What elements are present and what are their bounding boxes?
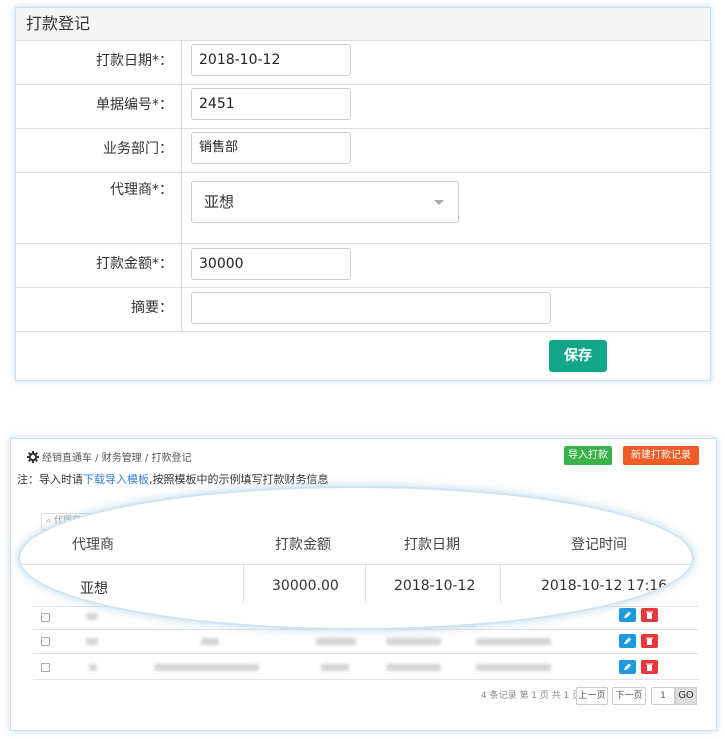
download-template-link[interactable]: 下载导入模板 xyxy=(83,473,149,486)
label-payment-date: 打款日期*： xyxy=(16,41,182,84)
department-input[interactable]: 销售部 xyxy=(191,132,351,164)
cell-agent: 亚想 xyxy=(80,581,108,597)
amount-input[interactable]: 30000 xyxy=(191,248,351,280)
next-page-button[interactable]: 下一页 xyxy=(612,687,646,705)
new-payment-record-button[interactable]: 新建打款记录 xyxy=(623,446,699,465)
agent-select[interactable]: 亚想 xyxy=(191,181,459,223)
col-header-date: 打款日期 xyxy=(404,537,460,553)
row-checkbox[interactable] xyxy=(41,637,50,646)
label-summary: 摘要： xyxy=(16,288,182,331)
chevron-down-icon xyxy=(434,200,444,205)
magnified-table-callout: 代理商 打款金额 打款日期 登记时间 亚想 30000.00 2018-10-1… xyxy=(18,486,694,630)
col-header-amount: 打款金额 xyxy=(275,537,331,553)
agent-select-value: 亚想 xyxy=(204,193,235,211)
row-payment-date: 打款日期*： 2018-10-12 xyxy=(16,41,710,85)
edit-icon[interactable] xyxy=(619,608,636,622)
prev-page-button[interactable]: 上一页 xyxy=(576,687,608,705)
row-department: 业务部门： 销售部 xyxy=(16,129,710,173)
breadcrumb-text: 经销直通车 / 财务管理 / 打款登记 xyxy=(42,453,192,464)
row-checkbox[interactable] xyxy=(41,663,50,672)
delete-icon[interactable] xyxy=(641,608,658,622)
doc-number-input[interactable]: 2451 xyxy=(191,88,351,120)
label-doc-number: 单据编号*： xyxy=(16,85,182,128)
save-button[interactable]: 保存 xyxy=(549,340,607,372)
row-amount: 打款金额*： 30000 xyxy=(16,244,710,288)
label-agent: 代理商*： xyxy=(16,173,182,243)
label-department: 业务部门： xyxy=(16,129,182,172)
edit-icon[interactable] xyxy=(619,660,636,674)
pager-summary: 4 条记录 第 1 页 共 1 页 xyxy=(481,691,582,701)
cell-date: 2018-10-12 xyxy=(394,578,476,594)
import-payment-button[interactable]: 导入打款 xyxy=(564,446,612,465)
row-checkbox[interactable] xyxy=(41,613,50,622)
row-agent: 代理商*： 亚想 xyxy=(16,173,710,244)
payment-date-input[interactable]: 2018-10-12 xyxy=(191,44,351,76)
row-summary: 摘要： xyxy=(16,288,710,332)
col-header-time: 登记时间 xyxy=(571,537,627,553)
summary-input[interactable] xyxy=(191,292,551,324)
payment-form-panel: 打款登记 打款日期*： 2018-10-12 单据编号*： 2451 业务部门：… xyxy=(15,7,711,381)
search-icon: ⌕ xyxy=(46,516,52,526)
page-number-input[interactable]: 1 xyxy=(651,687,675,705)
cell-amount: 30000.00 xyxy=(272,578,339,594)
form-title: 打款登记 xyxy=(16,8,710,41)
col-header-agent: 代理商 xyxy=(72,537,114,553)
go-button[interactable]: GO xyxy=(675,687,697,705)
edit-icon[interactable] xyxy=(619,634,636,648)
gear-icon xyxy=(27,451,39,463)
import-note: 注：导入时请下载导入模板,按照模板中的示例填写打款财务信息 xyxy=(17,473,329,486)
delete-icon[interactable] xyxy=(641,634,658,648)
delete-icon[interactable] xyxy=(641,660,658,674)
breadcrumb: 经销直通车 / 财务管理 / 打款登记 xyxy=(27,449,191,464)
row-doc-number: 单据编号*： 2451 xyxy=(16,85,710,129)
cell-time: 2018-10-12 17:16 xyxy=(541,578,668,594)
label-amount: 打款金额*： xyxy=(16,244,182,287)
